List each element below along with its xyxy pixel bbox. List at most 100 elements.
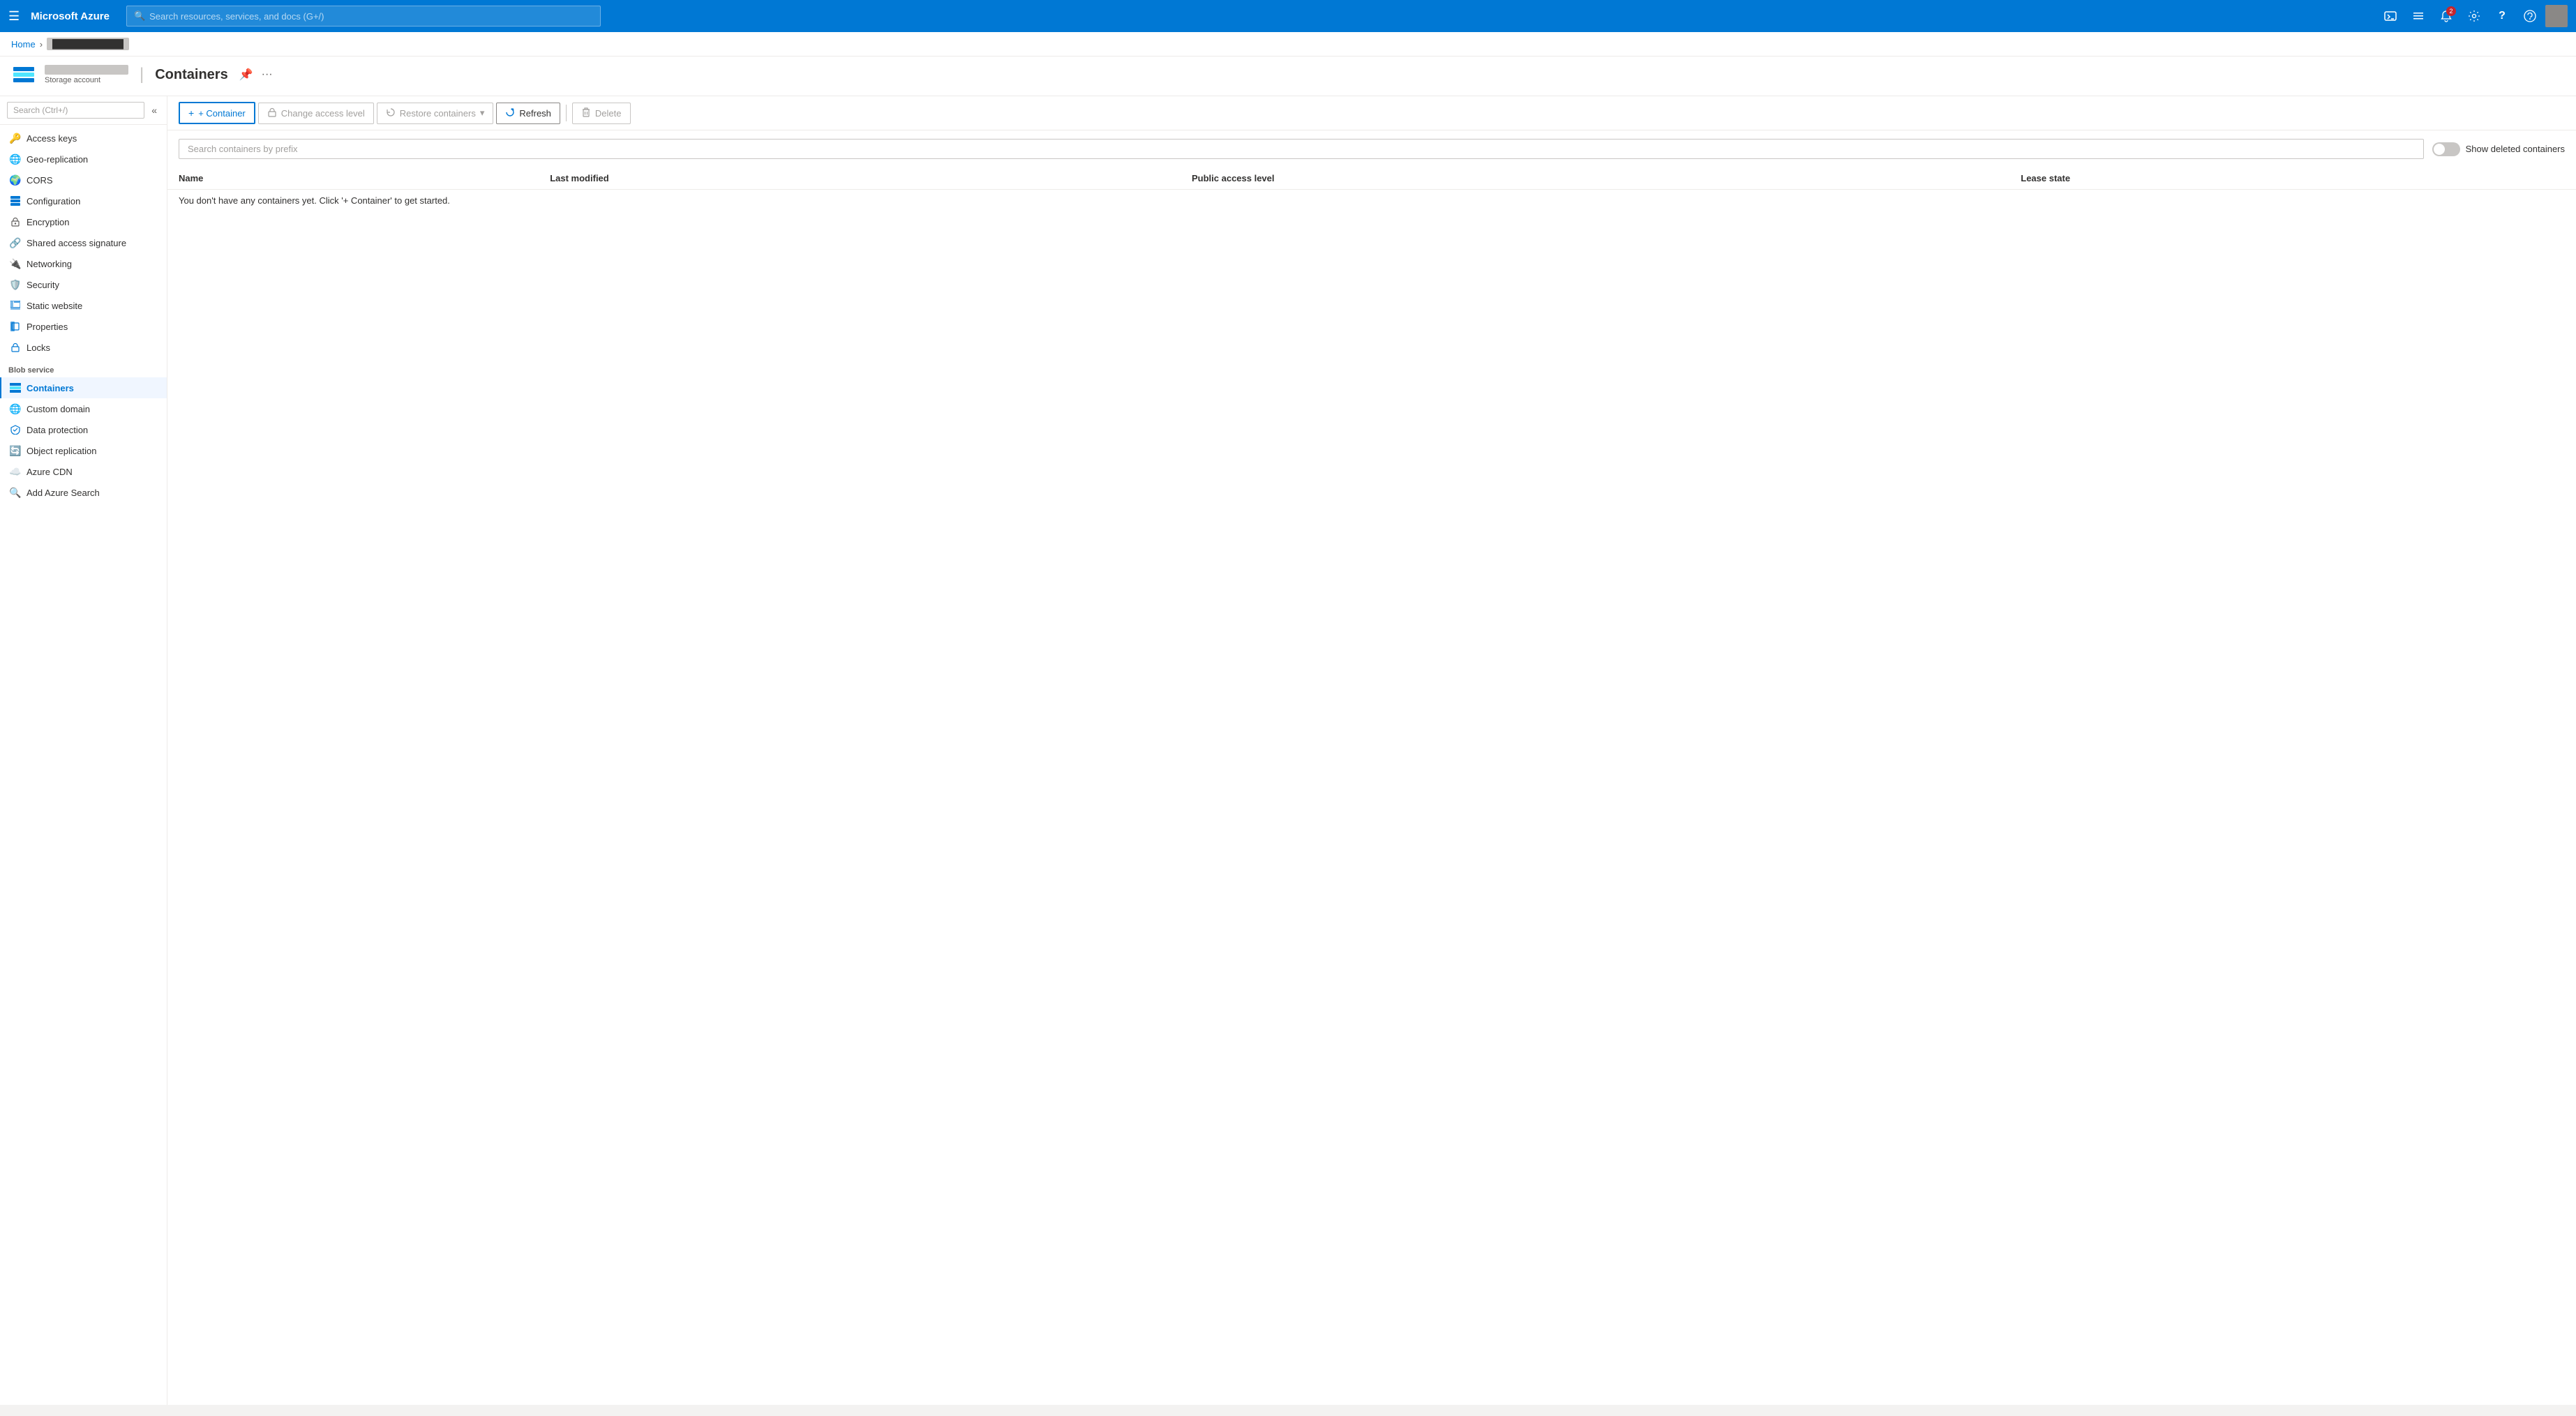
column-last-modified: Last modified bbox=[539, 167, 1181, 190]
sidebar-label-shared-access-signature: Shared access signature bbox=[27, 238, 126, 248]
sidebar-item-encryption[interactable]: Encryption bbox=[0, 211, 167, 232]
sidebar-item-networking[interactable]: 🔌 Networking bbox=[0, 253, 167, 274]
brand-name: Microsoft Azure bbox=[31, 10, 110, 22]
restore-dropdown-icon: ▾ bbox=[480, 107, 485, 119]
pin-icon[interactable]: 📌 bbox=[239, 68, 253, 82]
container-search-input[interactable] bbox=[179, 139, 2424, 159]
sidebar-item-security[interactable]: 🛡️ Security bbox=[0, 274, 167, 295]
more-options-icon[interactable]: ··· bbox=[262, 68, 273, 81]
search-icon: 🔍 bbox=[134, 10, 145, 22]
shared-access-signature-icon: 🔗 bbox=[10, 237, 21, 248]
table-area: Show deleted containers Name Last modifi… bbox=[167, 130, 2576, 1405]
help-button[interactable]: ? bbox=[2489, 3, 2515, 29]
blob-service-group-label: Blob service bbox=[0, 358, 167, 377]
locks-icon bbox=[10, 342, 21, 353]
sidebar-label-security: Security bbox=[27, 280, 59, 290]
sidebar-label-encryption: Encryption bbox=[27, 217, 69, 227]
settings-button[interactable] bbox=[2462, 3, 2487, 29]
restore-containers-button[interactable]: Restore containers ▾ bbox=[377, 103, 494, 124]
sidebar-item-data-protection[interactable]: Data protection bbox=[0, 419, 167, 440]
properties-icon bbox=[10, 321, 21, 332]
sidebar-item-configuration[interactable]: Configuration bbox=[0, 190, 167, 211]
portal-settings-button[interactable] bbox=[2406, 3, 2431, 29]
top-nav-icons: 2 ? bbox=[2378, 3, 2568, 29]
sidebar-item-shared-access-signature[interactable]: 🔗 Shared access signature bbox=[0, 232, 167, 253]
user-avatar[interactable] bbox=[2545, 5, 2568, 27]
sidebar-label-properties: Properties bbox=[27, 322, 68, 332]
hamburger-menu[interactable]: ☰ bbox=[8, 9, 20, 24]
notifications-button[interactable]: 2 bbox=[2434, 3, 2459, 29]
feedback-button[interactable] bbox=[2517, 3, 2543, 29]
geo-replication-icon: 🌐 bbox=[10, 153, 21, 165]
sidebar-item-properties[interactable]: Properties bbox=[0, 316, 167, 337]
sidebar-label-networking: Networking bbox=[27, 259, 72, 269]
breadcrumb-home[interactable]: Home bbox=[11, 39, 36, 50]
show-deleted-toggle-area: Show deleted containers bbox=[2432, 142, 2565, 156]
sidebar-item-locks[interactable]: Locks bbox=[0, 337, 167, 358]
sidebar-label-object-replication: Object replication bbox=[27, 446, 96, 456]
encryption-icon bbox=[10, 216, 21, 227]
storage-account-icon bbox=[13, 67, 34, 82]
sidebar-item-azure-cdn[interactable]: ☁️ Azure CDN bbox=[0, 461, 167, 482]
table-header: Name Last modified Public access level L… bbox=[167, 167, 2576, 190]
resource-name-column: Storage account bbox=[45, 65, 128, 84]
empty-state-row: You don't have any containers yet. Click… bbox=[167, 190, 2576, 212]
show-deleted-label: Show deleted containers bbox=[2466, 144, 2565, 154]
sidebar-item-containers[interactable]: Containers bbox=[0, 377, 167, 398]
sidebar-item-cors[interactable]: 🌍 CORS bbox=[0, 170, 167, 190]
table-header-row: Name Last modified Public access level L… bbox=[167, 167, 2576, 190]
access-keys-icon: 🔑 bbox=[10, 133, 21, 144]
sidebar-item-custom-domain[interactable]: 🌐 Custom domain bbox=[0, 398, 167, 419]
blurred-resource-name bbox=[45, 65, 128, 75]
delete-button[interactable]: Delete bbox=[572, 103, 631, 124]
breadcrumb-separator: › bbox=[40, 39, 43, 50]
sidebar-item-static-website[interactable]: Static website bbox=[0, 295, 167, 316]
sidebar-item-geo-replication[interactable]: 🌐 Geo-replication bbox=[0, 149, 167, 170]
lock-icon bbox=[267, 107, 277, 119]
containers-icon bbox=[10, 382, 21, 393]
refresh-button[interactable]: Refresh bbox=[496, 103, 560, 124]
global-search-bar[interactable]: 🔍 bbox=[126, 6, 601, 27]
delete-label: Delete bbox=[595, 108, 622, 119]
show-deleted-toggle[interactable] bbox=[2432, 142, 2460, 156]
icon-bar-3 bbox=[13, 78, 34, 82]
sidebar-item-access-keys[interactable]: 🔑 Access keys bbox=[0, 128, 167, 149]
add-azure-search-icon: 🔍 bbox=[10, 487, 21, 498]
custom-domain-icon: 🌐 bbox=[10, 403, 21, 414]
content-area: + + Container Change access level Restor… bbox=[167, 96, 2576, 1405]
security-icon: 🛡️ bbox=[10, 279, 21, 290]
sidebar-item-object-replication[interactable]: 🔄 Object replication bbox=[0, 440, 167, 461]
configuration-icon bbox=[10, 195, 21, 206]
resource-icon bbox=[11, 62, 36, 87]
sidebar-label-static-website: Static website bbox=[27, 301, 82, 311]
add-container-icon: + bbox=[188, 107, 194, 119]
sidebar-item-add-azure-search[interactable]: 🔍 Add Azure Search bbox=[0, 482, 167, 503]
sidebar-label-access-keys: Access keys bbox=[27, 133, 77, 144]
sidebar-label-configuration: Configuration bbox=[27, 196, 80, 206]
cloud-shell-button[interactable] bbox=[2378, 3, 2403, 29]
column-public-access-level: Public access level bbox=[1181, 167, 2009, 190]
sidebar-label-cors: CORS bbox=[27, 175, 53, 186]
sidebar-label-custom-domain: Custom domain bbox=[27, 404, 90, 414]
sidebar-scroll-area: 🔑 Access keys 🌐 Geo-replication 🌍 CORS C… bbox=[0, 125, 167, 1405]
page-sub-label: Storage account bbox=[45, 76, 128, 84]
table-body: You don't have any containers yet. Click… bbox=[167, 190, 2576, 212]
notification-badge: 2 bbox=[2446, 6, 2456, 16]
change-access-level-button[interactable]: Change access level bbox=[258, 103, 374, 124]
page-header: Storage account | Containers 📌 ··· bbox=[0, 57, 2576, 96]
sidebar-label-locks: Locks bbox=[27, 342, 50, 353]
toolbar: + + Container Change access level Restor… bbox=[167, 96, 2576, 130]
change-access-level-label: Change access level bbox=[281, 108, 365, 119]
sidebar-label-containers: Containers bbox=[27, 383, 74, 393]
collapse-sidebar-button[interactable]: « bbox=[149, 103, 160, 117]
restore-icon bbox=[386, 107, 396, 119]
add-container-button[interactable]: + + Container bbox=[179, 102, 255, 124]
global-search-input[interactable] bbox=[149, 11, 593, 22]
sidebar-label-geo-replication: Geo-replication bbox=[27, 154, 88, 165]
top-navigation: ☰ Microsoft Azure 🔍 2 ? bbox=[0, 0, 2576, 32]
search-bar-container: Show deleted containers bbox=[167, 130, 2576, 159]
main-layout: « 🔑 Access keys 🌐 Geo-replication 🌍 CORS bbox=[0, 96, 2576, 1405]
icon-bar-2 bbox=[13, 73, 34, 77]
sidebar-search-input[interactable] bbox=[7, 102, 144, 119]
sidebar: « 🔑 Access keys 🌐 Geo-replication 🌍 CORS bbox=[0, 96, 167, 1405]
